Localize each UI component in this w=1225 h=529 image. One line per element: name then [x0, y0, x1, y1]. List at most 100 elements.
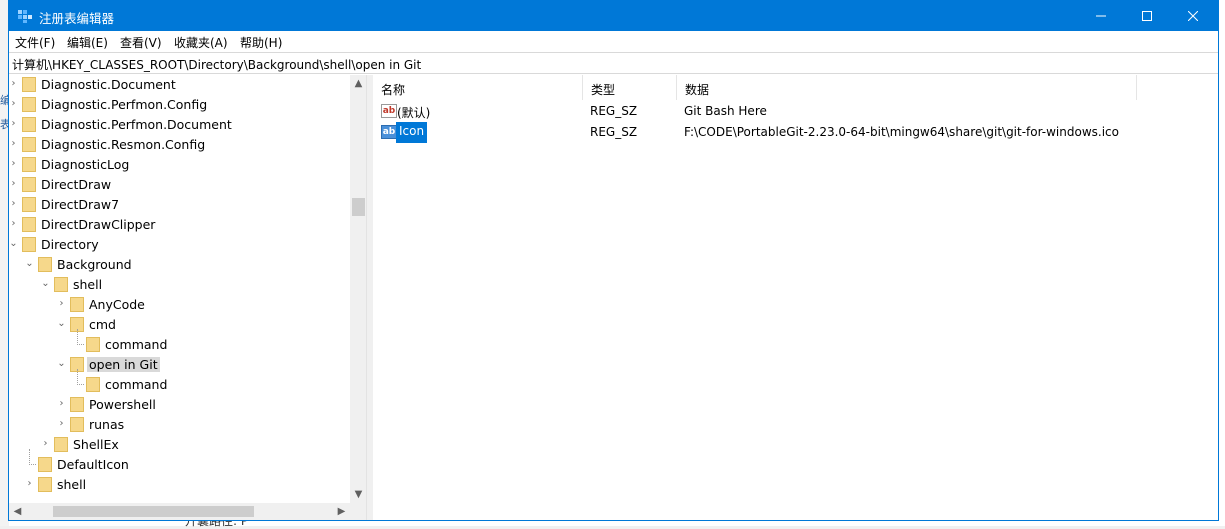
- maximize-button[interactable]: [1124, 1, 1170, 31]
- tree-node-label: DefaultIcon: [57, 457, 129, 472]
- tree-node[interactable]: › DirectDraw: [9, 175, 349, 195]
- folder-icon: [22, 117, 36, 132]
- tree-horizontal-scroll-thumb[interactable]: [53, 506, 254, 517]
- tree-node[interactable]: ⌄ Background: [9, 255, 349, 275]
- value-row-selected[interactable]: ab Icon REG_SZ F:\CODE\PortableGit-2.23.…: [373, 122, 1218, 143]
- chevron-down-icon[interactable]: ⌄: [57, 359, 66, 369]
- tree-horizontal-scrollbar[interactable]: ◀ ▶: [9, 503, 366, 520]
- tree-node-label: runas: [89, 417, 125, 432]
- chevron-right-icon[interactable]: ›: [9, 119, 18, 129]
- folder-icon: [22, 97, 36, 112]
- string-value-icon: ab: [381, 125, 397, 139]
- tree-node[interactable]: › Diagnostic.Perfmon.Config: [9, 95, 349, 115]
- value-row[interactable]: ab (默认) REG_SZ Git Bash Here: [373, 101, 1218, 122]
- tree-node[interactable]: › Powershell: [9, 395, 349, 415]
- title-bar[interactable]: 注册表编辑器: [9, 1, 1218, 31]
- chevron-down-icon[interactable]: ⌄: [9, 239, 18, 249]
- close-button[interactable]: [1170, 1, 1216, 31]
- tree-node[interactable]: › DirectDraw7: [9, 195, 349, 215]
- scroll-left-icon[interactable]: ◀: [9, 503, 26, 520]
- folder-icon: [54, 277, 68, 292]
- chevron-right-icon[interactable]: ›: [9, 219, 18, 229]
- chevron-down-icon[interactable]: ⌄: [25, 259, 34, 269]
- tree-vertical-scrollbar[interactable]: ▲ ▼: [350, 75, 366, 503]
- chevron-right-icon[interactable]: ›: [57, 399, 66, 409]
- tree-node-label: Directory: [41, 237, 99, 252]
- tree-node-label: Diagnostic.Document: [41, 77, 176, 92]
- menu-help[interactable]: 帮助(H): [240, 34, 282, 51]
- tree-node-label: ShellEx: [73, 437, 119, 452]
- tree-node[interactable]: › runas: [9, 415, 349, 435]
- values-pane: 名称 类型 数据 ab (默认) REG_SZ Git Bash Here ab…: [373, 75, 1218, 520]
- tree-node-label: open in Git: [87, 357, 160, 372]
- chevron-right-icon[interactable]: ›: [9, 159, 18, 169]
- chevron-right-icon[interactable]: ›: [9, 199, 18, 209]
- tree-node[interactable]: › Diagnostic.Resmon.Config: [9, 135, 349, 155]
- folder-icon: [38, 257, 52, 272]
- scroll-up-icon[interactable]: ▲: [350, 75, 366, 92]
- tree-node[interactable]: ⌄ open in Git: [9, 355, 349, 375]
- tree-node-label: DirectDrawClipper: [41, 217, 156, 232]
- chevron-right-icon[interactable]: ›: [9, 179, 18, 189]
- folder-icon: [70, 417, 84, 432]
- tree-node-label: Background: [57, 257, 132, 272]
- tree-node-label: command: [105, 377, 168, 392]
- tree-node[interactable]: ⌄ shell: [9, 275, 349, 295]
- tree-node-label: DiagnosticLog: [41, 157, 130, 172]
- tree-vertical-scroll-thumb[interactable]: [352, 198, 365, 216]
- tree-node-label: Powershell: [89, 397, 156, 412]
- minimize-button[interactable]: [1078, 1, 1124, 31]
- folder-icon: [70, 297, 84, 312]
- menu-favorites[interactable]: 收藏夹(A): [174, 34, 228, 51]
- tree-node-label: DirectDraw7: [41, 197, 120, 212]
- folder-icon: [22, 137, 36, 152]
- chevron-right-icon[interactable]: ›: [9, 139, 18, 149]
- folder-icon: [86, 377, 100, 392]
- tree-node[interactable]: › AnyCode: [9, 295, 349, 315]
- tree-node[interactable]: › Diagnostic.Perfmon.Document: [9, 115, 349, 135]
- folder-icon: [70, 397, 84, 412]
- address-path[interactable]: 计算机\HKEY_CLASSES_ROOT\Directory\Backgrou…: [12, 56, 421, 73]
- column-header-name[interactable]: 名称: [373, 75, 583, 100]
- tree-node[interactable]: ⌄ cmd: [9, 315, 349, 335]
- chevron-right-icon[interactable]: ›: [57, 419, 66, 429]
- folder-icon: [22, 237, 36, 252]
- tree-node[interactable]: command: [9, 329, 349, 355]
- tree-node[interactable]: command: [9, 369, 349, 395]
- chevron-down-icon[interactable]: ⌄: [57, 319, 66, 329]
- key-tree: › Diagnostic.Document › Diagnostic.Perfmon.…: [9, 75, 367, 520]
- value-type: REG_SZ: [590, 125, 638, 139]
- chevron-right-icon[interactable]: ›: [9, 99, 18, 109]
- tree-connector: [29, 449, 36, 465]
- tree-node[interactable]: › DirectDrawClipper: [9, 215, 349, 235]
- tree-node[interactable]: DefaultIcon: [9, 449, 349, 475]
- column-header-type[interactable]: 类型: [583, 75, 677, 100]
- column-header-data[interactable]: 数据: [677, 75, 1137, 100]
- value-data: Git Bash Here: [684, 104, 767, 118]
- tree-node[interactable]: › ShellEx: [9, 435, 349, 455]
- scroll-down-icon[interactable]: ▼: [350, 486, 366, 503]
- menu-bar: 文件(F) 编辑(E) 查看(V) 收藏夹(A) 帮助(H): [9, 31, 1218, 51]
- menu-view[interactable]: 查看(V): [120, 34, 162, 51]
- tree-node[interactable]: › DiagnosticLog: [9, 155, 349, 175]
- minimize-icon: [1096, 15, 1106, 17]
- chevron-right-icon[interactable]: ›: [25, 479, 34, 489]
- tree-node[interactable]: ⌄ Directory: [9, 235, 349, 255]
- window-title: 注册表编辑器: [39, 11, 115, 26]
- scroll-right-icon[interactable]: ▶: [333, 503, 350, 520]
- menu-file[interactable]: 文件(F): [15, 34, 55, 51]
- chevron-right-icon[interactable]: ›: [41, 439, 50, 449]
- chevron-right-icon[interactable]: ›: [57, 299, 66, 309]
- tree-node[interactable]: › shell: [9, 475, 349, 495]
- tree-connector: [77, 329, 84, 345]
- tree-node[interactable]: › Diagnostic.Document: [9, 75, 349, 95]
- tree-node-label: shell: [57, 477, 87, 492]
- chevron-down-icon[interactable]: ⌄: [41, 279, 50, 289]
- close-icon: [1188, 11, 1198, 21]
- chevron-right-icon[interactable]: ›: [9, 79, 18, 89]
- menu-edit[interactable]: 编辑(E): [67, 34, 108, 51]
- address-bar[interactable]: 计算机\HKEY_CLASSES_ROOT\Directory\Backgrou…: [9, 52, 1218, 74]
- regedit-window: 注册表编辑器 文件(F) 编辑(E) 查看(V) 收藏夹(A) 帮助(H) 计算…: [8, 0, 1219, 521]
- folder-icon: [22, 157, 36, 172]
- folder-icon: [86, 337, 100, 352]
